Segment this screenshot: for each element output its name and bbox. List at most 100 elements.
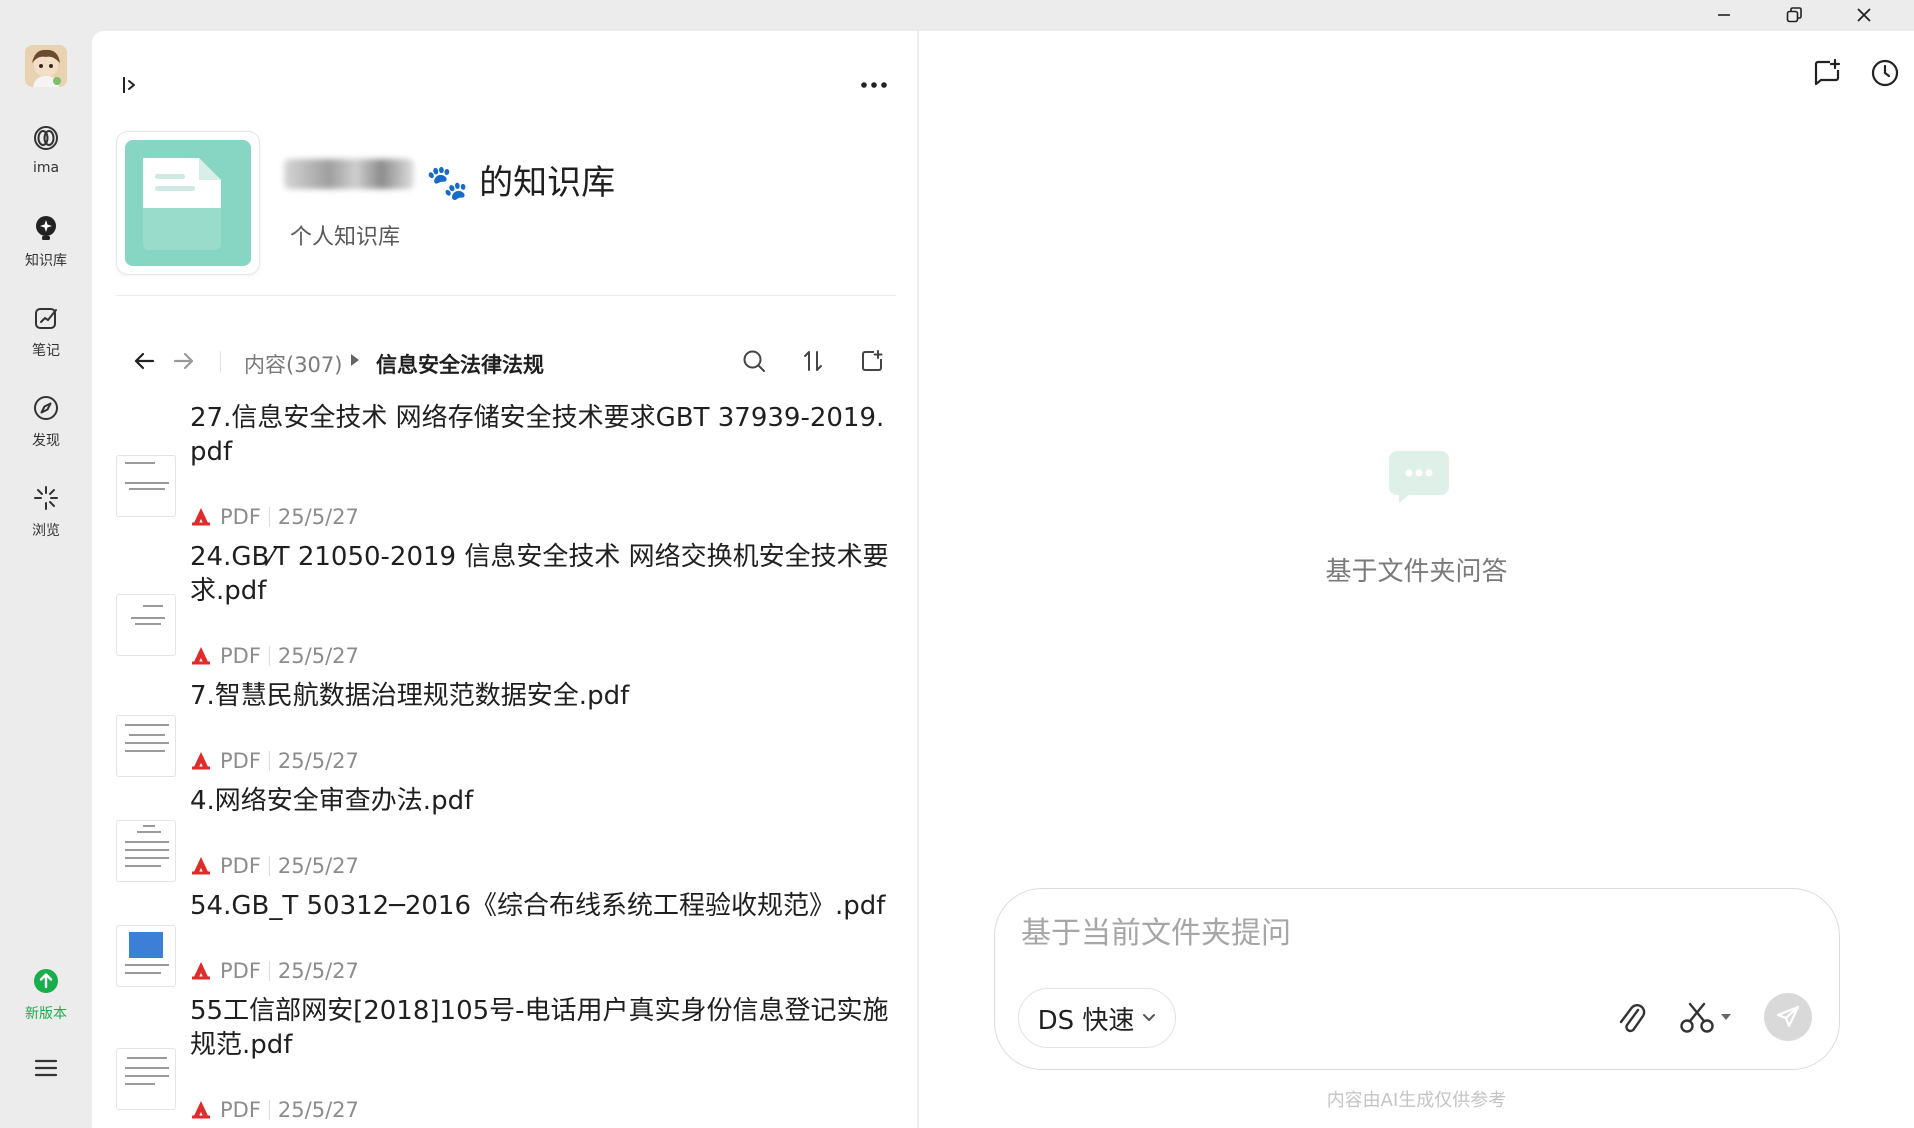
knowledge-base-subtitle: 个人知识库 — [290, 225, 401, 250]
file-type: PDF — [220, 1098, 261, 1122]
chat-panel: 基于文件夹问答 DS 快速 内容由AI生成仅供参考 — [919, 31, 1914, 1128]
pdf-icon — [192, 508, 210, 526]
file-name: 27.信息安全技术 网络存储安全技术要求GBT 37939-2019.pdf — [190, 403, 885, 467]
file-date: 25/5/27 — [277, 749, 359, 773]
file-name: 7.智慧民航数据治理规范数据安全.pdf — [190, 681, 630, 711]
add-content-button[interactable] — [856, 345, 888, 377]
restore-button[interactable] — [1764, 0, 1824, 30]
hamburger-menu-icon — [34, 1059, 58, 1077]
nav-item-discover[interactable]: 发现 — [0, 394, 92, 466]
pdf-icon — [192, 962, 210, 980]
menu-button[interactable] — [0, 1054, 92, 1094]
note-icon — [35, 308, 57, 329]
nav-item-browse[interactable]: 浏览 — [0, 484, 92, 556]
nav-item-knowledge-base[interactable]: 知识库 — [0, 214, 92, 286]
compass-icon — [34, 396, 58, 420]
breadcrumb-root[interactable]: 内容(307) — [244, 349, 342, 379]
blurred-owner-name — [284, 159, 414, 189]
file-meta: PDF 25/5/27 — [190, 747, 359, 775]
attach-button[interactable] — [1612, 998, 1652, 1038]
breadcrumb-current: 信息安全法律法规 — [376, 353, 544, 377]
knowledge-base-panel: 🐾 的知识库 个人知识库 内容(307) 信息安全法律法规 27.信息安全技术 … — [92, 31, 918, 1128]
list-item[interactable]: 7.智慧民航数据治理规范数据安全.pdf PDF 25/5/27 — [92, 679, 918, 789]
nav-item-notes[interactable]: 笔记 — [0, 304, 92, 376]
chat-bubble-icon — [1389, 451, 1449, 503]
model-selector[interactable]: DS 快速 — [1018, 988, 1176, 1048]
avatar[interactable] — [25, 45, 67, 87]
sort-icon — [804, 351, 822, 371]
list-item[interactable]: 4.网络安全审查办法.pdf PDF 25/5/27 — [92, 784, 918, 894]
scissors-icon — [1680, 1002, 1731, 1033]
window-controls — [1694, 0, 1914, 30]
search-icon — [743, 350, 765, 372]
nav-item-ima[interactable]: ima — [0, 124, 92, 196]
clock-icon — [1871, 59, 1899, 87]
close-button[interactable] — [1834, 0, 1894, 30]
file-thumbnail — [116, 925, 176, 987]
nav-label-discover: 发现 — [32, 433, 60, 449]
pdf-icon — [192, 752, 210, 770]
file-date: 25/5/27 — [277, 644, 359, 668]
add-file-icon — [862, 350, 883, 371]
history-button[interactable] — [1865, 53, 1905, 93]
sparkle-icon — [34, 486, 58, 510]
avatar-image — [25, 45, 67, 87]
nav-label-knowledge-base: 知识库 — [25, 253, 67, 269]
nav-label-browse: 浏览 — [32, 523, 60, 539]
breadcrumb-separator — [220, 351, 221, 373]
screenshot-button[interactable] — [1677, 998, 1737, 1038]
pdf-icon — [192, 647, 210, 665]
nav-label-notes: 笔记 — [32, 343, 60, 359]
collapse-sidebar-button[interactable] — [114, 69, 146, 101]
breadcrumb: 内容(307) 信息安全法律法规 — [92, 341, 918, 381]
new-chat-button[interactable] — [1807, 53, 1847, 93]
list-item[interactable]: 54.GB_T 50312─2016《综合布线系统工程验收规范》.pdf PDF… — [92, 889, 918, 999]
more-dots-icon — [861, 82, 887, 88]
more-options-button[interactable] — [858, 69, 890, 101]
file-meta: PDF 25/5/27 — [190, 1096, 359, 1124]
list-item[interactable]: 24.GB⁄T 21050-2019 信息安全技术 网络交换机安全技术要求.pd… — [92, 540, 918, 680]
file-thumbnail — [116, 715, 176, 777]
file-type: PDF — [220, 644, 261, 668]
new-version-label: 新版本 — [25, 1006, 67, 1022]
list-item[interactable]: 27.信息安全技术 网络存储安全技术要求GBT 37939-2019.pdf P… — [92, 401, 918, 541]
sort-button[interactable] — [797, 345, 829, 377]
file-date: 25/5/27 — [277, 854, 359, 878]
minimize-icon — [1718, 14, 1730, 16]
file-meta: PDF 25/5/27 — [190, 852, 359, 880]
empty-state-text: 基于文件夹问答 — [1325, 557, 1508, 587]
folder-document-icon — [125, 158, 251, 266]
model-label: DS 快速 — [1037, 1005, 1135, 1036]
ima-logo-icon — [34, 126, 58, 150]
file-thumbnail — [116, 1048, 176, 1110]
minimize-button[interactable] — [1694, 0, 1754, 30]
send-button[interactable] — [1764, 993, 1812, 1041]
file-date: 25/5/27 — [277, 1098, 359, 1122]
chat-composer: DS 快速 — [994, 888, 1840, 1070]
file-date: 25/5/27 — [277, 959, 359, 983]
knowledge-base-cover — [116, 131, 260, 275]
knowledge-base-icon — [36, 216, 56, 240]
arrow-right-icon — [173, 352, 194, 370]
breadcrumb-arrow-icon — [351, 354, 359, 366]
back-button[interactable] — [128, 345, 160, 377]
file-thumbnail — [116, 455, 176, 517]
file-meta: PDF 25/5/27 — [190, 503, 359, 531]
close-icon — [1857, 8, 1871, 22]
arrow-left-icon — [134, 352, 155, 370]
question-input[interactable] — [1021, 911, 1801, 955]
upgrade-arrow-icon — [34, 969, 58, 993]
chevron-down-icon — [1143, 1014, 1156, 1021]
nav-label-ima: ima — [32, 160, 60, 176]
forward-button[interactable] — [168, 345, 200, 377]
send-icon — [1776, 1005, 1800, 1028]
file-type: PDF — [220, 854, 261, 878]
file-meta: PDF 25/5/27 — [190, 642, 359, 670]
file-thumbnail — [116, 820, 176, 882]
list-item[interactable]: 55工信部网安[2018]105号-电话用户真实身份信息登记实施规范.pdf P… — [92, 994, 918, 1128]
file-name: 55工信部网安[2018]105号-电话用户真实身份信息登记实施规范.pdf — [190, 996, 889, 1060]
search-button[interactable] — [738, 345, 770, 377]
new-chat-icon — [1814, 58, 1841, 86]
new-version-button[interactable]: 新版本 — [0, 967, 92, 1039]
restore-icon — [1786, 7, 1802, 23]
